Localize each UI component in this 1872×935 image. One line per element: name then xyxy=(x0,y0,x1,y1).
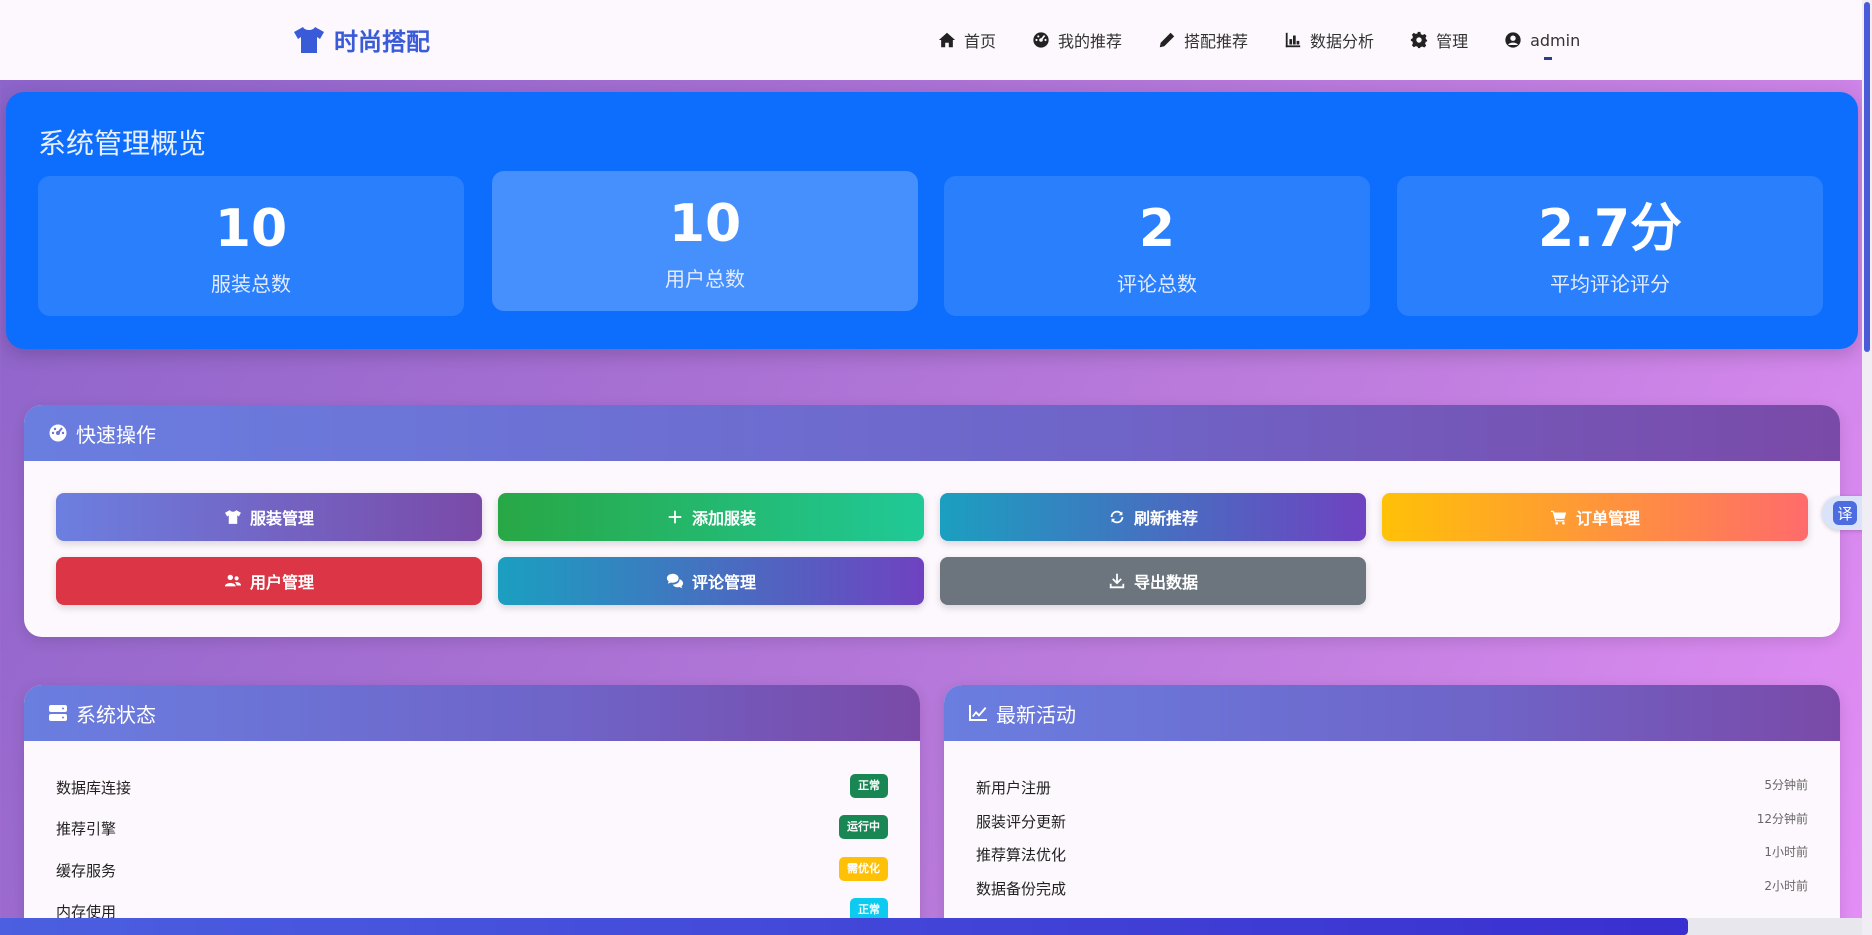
chart-bar-icon xyxy=(1285,32,1301,48)
button-label: 添加服装 xyxy=(691,509,756,528)
activity-item: 数据备份完成 xyxy=(976,880,1067,898)
quick-actions-card: 快速操作 服装管理 添加服装 刷新推荐 订单管理 用户管理 评论管理 导出数据 xyxy=(24,405,1840,637)
stat-review-total: 2 评论总数 xyxy=(944,176,1370,316)
button-label: 用户管理 xyxy=(249,573,314,592)
recent-activity-title: 最新活动 xyxy=(996,702,1076,727)
download-icon xyxy=(1109,573,1125,589)
server-icon xyxy=(49,705,67,721)
status-badge: 需优化 xyxy=(839,857,888,881)
cart-icon xyxy=(1550,510,1567,525)
pencil-icon xyxy=(1159,32,1175,48)
users-icon xyxy=(224,574,242,587)
nav-home-label: 首页 xyxy=(964,32,997,51)
button-label: 评论管理 xyxy=(691,573,756,592)
brand-logo[interactable]: 时尚搭配 xyxy=(292,22,430,57)
nav-outfit-recommend[interactable]: 搭配推荐 xyxy=(1140,26,1266,54)
activity-time: 5分钟前 xyxy=(1764,778,1808,792)
vertical-scrollbar[interactable] xyxy=(1862,0,1872,935)
nav-home[interactable]: 首页 xyxy=(920,26,1014,54)
plus-icon xyxy=(668,510,682,524)
add-clothing-button[interactable]: 添加服装 xyxy=(498,493,924,541)
brand-name: 时尚搭配 xyxy=(334,28,430,56)
user-manage-button[interactable]: 用户管理 xyxy=(56,557,482,605)
button-label: 刷新推荐 xyxy=(1133,509,1198,528)
navbar: 时尚搭配 首页 我的推荐 搭配推荐 数据分析 管理 admin xyxy=(0,0,1862,80)
nav-data-analysis-label: 数据分析 xyxy=(1310,32,1375,51)
stat-clothing-total: 10 服装总数 xyxy=(38,176,464,316)
nav-manage-label: 管理 xyxy=(1436,32,1469,51)
nav-my-recommend[interactable]: 我的推荐 xyxy=(1014,26,1140,54)
stat-value: 10 xyxy=(668,194,742,254)
activity-time: 1小时前 xyxy=(1764,845,1808,859)
button-label: 导出数据 xyxy=(1133,573,1198,592)
activity-item: 推荐算法优化 xyxy=(976,846,1067,864)
status-row-label: 数据库连接 xyxy=(56,779,132,797)
dashboard-icon xyxy=(49,424,67,442)
system-status-title: 系统状态 xyxy=(76,702,156,727)
stat-value: 2 xyxy=(1138,199,1176,259)
stat-label: 服装总数 xyxy=(211,272,291,296)
refresh-icon xyxy=(1110,510,1124,524)
nav-my-recommend-label: 我的推荐 xyxy=(1058,32,1123,51)
comments-icon xyxy=(666,573,684,589)
quick-actions-header: 快速操作 xyxy=(24,405,1840,461)
stat-label: 评论总数 xyxy=(1117,272,1197,296)
status-badge: 运行中 xyxy=(839,815,888,839)
stat-user-total: 10 用户总数 xyxy=(492,171,918,311)
line-chart-icon xyxy=(969,705,987,721)
user-circle-icon xyxy=(1505,32,1521,48)
stat-value: 10 xyxy=(214,199,288,259)
stat-value: 2.7分 xyxy=(1537,199,1683,259)
dashboard-icon xyxy=(1033,32,1049,48)
button-label: 服装管理 xyxy=(249,509,314,528)
horizontal-scrollbar[interactable] xyxy=(0,918,1862,935)
translate-icon: 译 xyxy=(1833,501,1857,525)
vertical-scrollbar-thumb[interactable] xyxy=(1864,2,1870,352)
export-data-button[interactable]: 导出数据 xyxy=(940,557,1366,605)
stat-label: 用户总数 xyxy=(665,267,745,291)
clothing-manage-button[interactable]: 服装管理 xyxy=(56,493,482,541)
overview-panel: 系统管理概览 10 服装总数 10 用户总数 2 评论总数 2.7分 平均评论评… xyxy=(6,92,1858,349)
home-icon xyxy=(938,32,956,48)
system-status-header: 系统状态 xyxy=(24,685,920,741)
nav-menu: 首页 我的推荐 搭配推荐 数据分析 管理 admin xyxy=(920,26,1598,60)
tshirt-icon xyxy=(225,510,241,524)
activity-time: 2小时前 xyxy=(1764,879,1808,893)
horizontal-scrollbar-thumb[interactable] xyxy=(0,918,1688,935)
status-badge: 正常 xyxy=(850,774,888,798)
nav-manage[interactable]: 管理 xyxy=(1392,26,1486,54)
nav-user-dropdown[interactable]: admin xyxy=(1486,26,1598,60)
status-row-label: 缓存服务 xyxy=(56,862,117,880)
recent-activity-card: 最新活动 新用户注册 5分钟前 服装评分更新 12分钟前 推荐算法优化 1小时前… xyxy=(944,685,1840,935)
button-label: 订单管理 xyxy=(1575,509,1640,528)
activity-time: 12分钟前 xyxy=(1756,812,1808,826)
order-manage-button[interactable]: 订单管理 xyxy=(1382,493,1808,541)
activity-item: 新用户注册 xyxy=(976,779,1052,797)
gear-icon xyxy=(1410,31,1428,49)
stat-average-rating: 2.7分 平均评论评分 xyxy=(1397,176,1823,316)
review-manage-button[interactable]: 评论管理 xyxy=(498,557,924,605)
nav-outfit-recommend-label: 搭配推荐 xyxy=(1184,32,1249,51)
recent-activity-header: 最新活动 xyxy=(944,685,1840,741)
nav-data-analysis[interactable]: 数据分析 xyxy=(1266,26,1392,54)
system-status-card: 系统状态 数据库连接 正常 推荐引擎 运行中 缓存服务 需优化 内存使用 正常 xyxy=(24,685,920,935)
status-row-label: 推荐引擎 xyxy=(56,820,117,838)
activity-item: 服装评分更新 xyxy=(976,813,1067,831)
overview-title: 系统管理概览 xyxy=(38,127,207,160)
refresh-recommend-button[interactable]: 刷新推荐 xyxy=(940,493,1366,541)
stat-label: 平均评论评分 xyxy=(1550,272,1670,296)
tshirt-icon xyxy=(294,26,324,53)
nav-user-label: admin xyxy=(1530,30,1581,50)
quick-actions-title: 快速操作 xyxy=(76,422,156,447)
